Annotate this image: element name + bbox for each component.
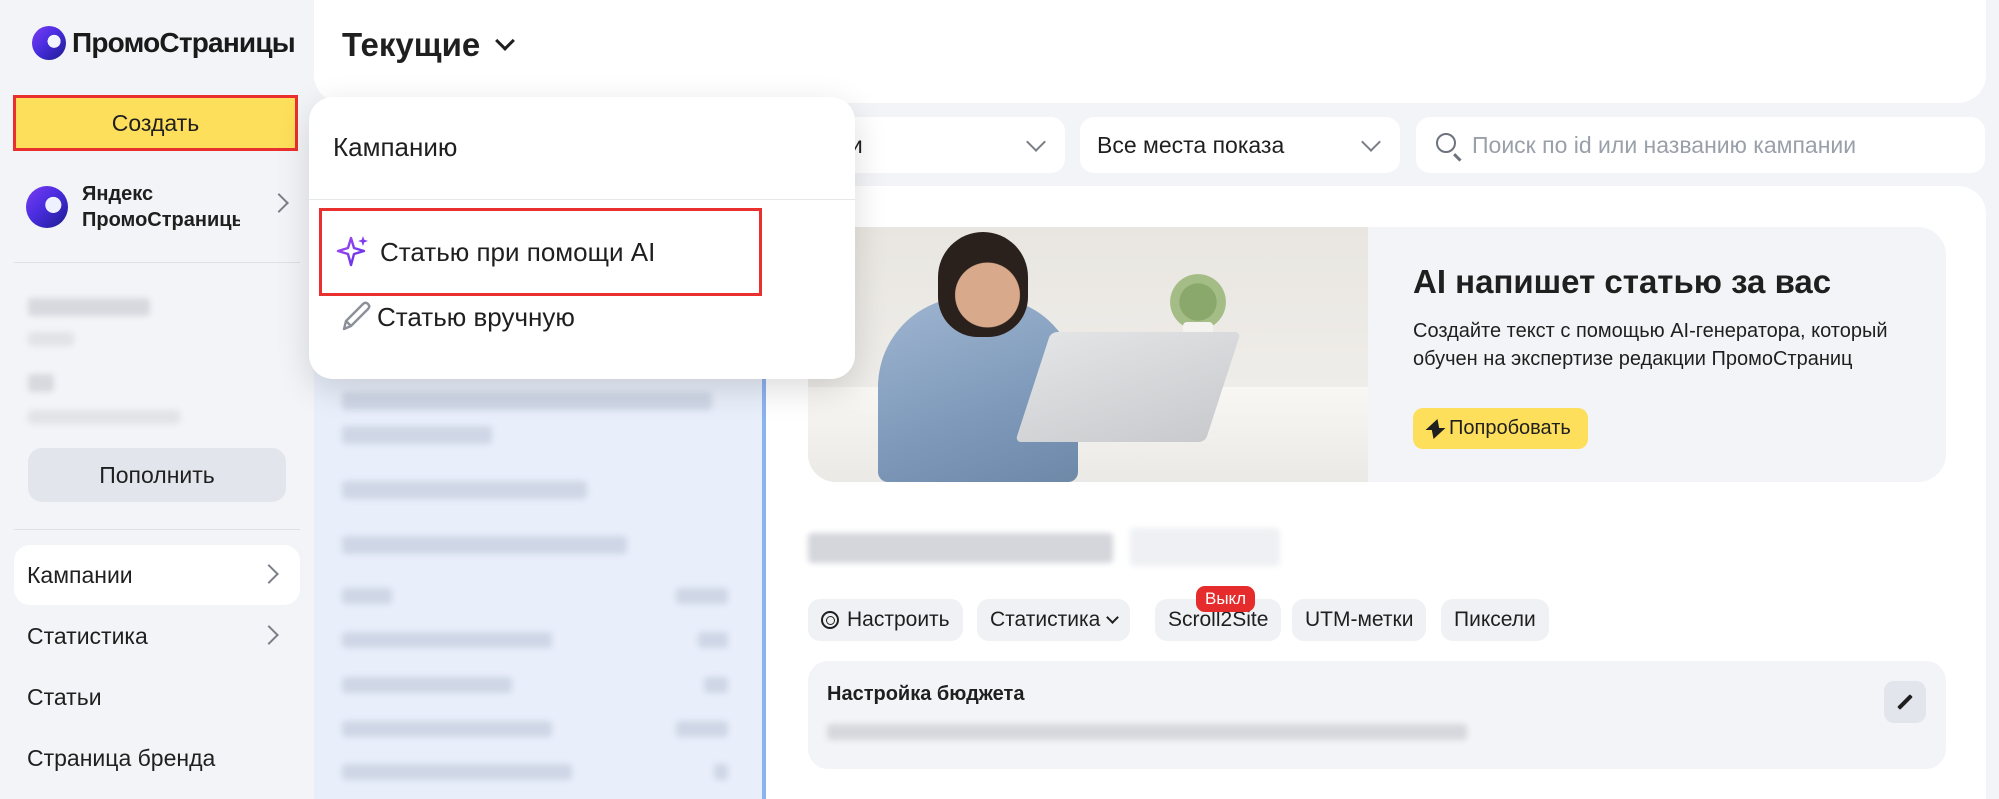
blurred-text: [342, 677, 512, 693]
blurred-text: [342, 481, 587, 499]
sidebar: ПромоСтраницы Создать Яндекс ПромоСтрани…: [0, 0, 314, 799]
chevron-down-icon: [1106, 611, 1120, 624]
blurred-text: [342, 588, 392, 604]
chevron-down-icon: [495, 31, 516, 51]
create-dropdown-menu: Кампанию Статью при помощи AI Статью вру…: [309, 97, 855, 379]
chevron-down-icon: [1361, 132, 1381, 152]
topup-button[interactable]: Пополнить: [28, 448, 286, 502]
blurred-text: [342, 426, 492, 444]
menu-item-label: Статью вручную: [377, 301, 575, 332]
photo-laptop: [1015, 332, 1241, 442]
try-button[interactable]: Попробовать: [1413, 408, 1588, 449]
logo-text: ПромоСтраницы: [72, 27, 296, 58]
balance-caption-blurred: [28, 332, 74, 346]
account-switcher[interactable]: Яндекс ПромоСтраницы: [26, 178, 289, 236]
sparkle-icon: [336, 236, 368, 267]
page-header: Текущие: [314, 0, 1986, 103]
campaign-status-blurred: [1130, 528, 1280, 566]
account-avatar: [26, 186, 68, 228]
chip-label: Настроить: [847, 608, 950, 631]
divider: [14, 262, 300, 263]
menu-item-campaign[interactable]: Кампанию: [333, 132, 457, 163]
blurred-value: [676, 721, 728, 737]
campaign-title-blurred: [808, 533, 1113, 563]
sidebar-item-label: Статистика: [27, 622, 148, 649]
blurred-value: [714, 764, 728, 780]
account-name-line1: Яндекс: [82, 183, 154, 205]
chip-label: Пиксели: [1454, 608, 1536, 631]
banner-photo: [808, 227, 1368, 482]
pixels-button[interactable]: Пиксели: [1441, 599, 1549, 641]
blurred-text: [342, 764, 572, 780]
reserved-blurred: [28, 374, 54, 392]
account-name-line2: ПромоСтраницы: [82, 209, 240, 231]
chip-label: Статистика: [990, 608, 1101, 631]
search-icon: [1436, 133, 1456, 153]
blurred-value: [698, 632, 728, 648]
try-button-label: Попробовать: [1449, 417, 1571, 439]
pencil-icon: [342, 301, 371, 331]
chip-label: UTM-метки: [1305, 608, 1414, 631]
placements-select[interactable]: Все места показа: [1080, 117, 1400, 173]
budget-title: Настройка бюджета: [827, 683, 1025, 705]
status-badge: Выкл: [1196, 586, 1256, 612]
chevron-down-icon: [1026, 132, 1046, 152]
chevron-right-icon: [259, 625, 279, 645]
placements-value: Все места показа: [1097, 131, 1285, 158]
blurred-text: [342, 721, 552, 737]
blurred-value: [704, 677, 728, 693]
sidebar-item-label: Страница бренда: [27, 744, 216, 771]
menu-item-label: Статью при помощи AI: [380, 236, 656, 267]
campaign-status-selector[interactable]: Текущие: [342, 26, 516, 64]
account-name: Яндекс ПромоСтраницы: [82, 181, 240, 233]
search-placeholder: Поиск по id или названию кампании: [1472, 131, 1857, 158]
reserved-caption-blurred: [28, 410, 180, 424]
gear-icon: [821, 611, 839, 629]
ai-promo-banner: AI напишет статью за вас Создайте текст …: [808, 227, 1946, 482]
blurred-text: [342, 536, 627, 554]
utm-tags-button[interactable]: UTM-метки: [1292, 599, 1427, 641]
campaign-type-select[interactable]: ии: [820, 117, 1065, 173]
banner-text: Создайте текст с помощью AI-генератора, …: [1413, 320, 1888, 370]
balance-blurred: [28, 298, 150, 316]
sidebar-item-statistics[interactable]: Статистика: [14, 606, 300, 666]
blurred-text: [342, 392, 712, 410]
sidebar-item-label: Кампании: [27, 561, 133, 588]
blurred-value: [676, 588, 728, 604]
divider: [14, 529, 300, 530]
budget-card: Настройка бюджета: [808, 661, 1946, 769]
configure-button[interactable]: Настроить: [808, 599, 963, 641]
sidebar-item-campaigns[interactable]: Кампании: [14, 545, 300, 605]
lightning-icon: [1427, 419, 1441, 439]
page-title: Текущие: [342, 26, 481, 63]
banner-title: AI напишет статью за вас: [1413, 263, 1832, 300]
chevron-right-icon: [259, 564, 279, 584]
blurred-text: [342, 632, 552, 648]
divider: [309, 199, 855, 200]
sidebar-item-label: Статьи: [27, 683, 102, 710]
sidebar-item-articles[interactable]: Статьи: [14, 667, 300, 727]
create-button[interactable]: Создать: [13, 95, 298, 151]
logo-icon: [32, 26, 66, 60]
logo[interactable]: ПромоСтраницы: [32, 26, 296, 60]
search-input[interactable]: Поиск по id или названию кампании: [1416, 117, 1985, 173]
sidebar-item-brand-page[interactable]: Страница бренда: [14, 728, 300, 788]
photo-person-head: [938, 232, 1028, 337]
chevron-right-icon: [269, 193, 289, 213]
statistics-dropdown[interactable]: Статистика: [977, 599, 1131, 641]
edit-budget-button[interactable]: [1884, 681, 1926, 723]
budget-details-blurred: [827, 724, 1467, 740]
pencil-icon: [1897, 694, 1913, 710]
menu-item-article-manual[interactable]: Статью вручную: [319, 277, 749, 357]
